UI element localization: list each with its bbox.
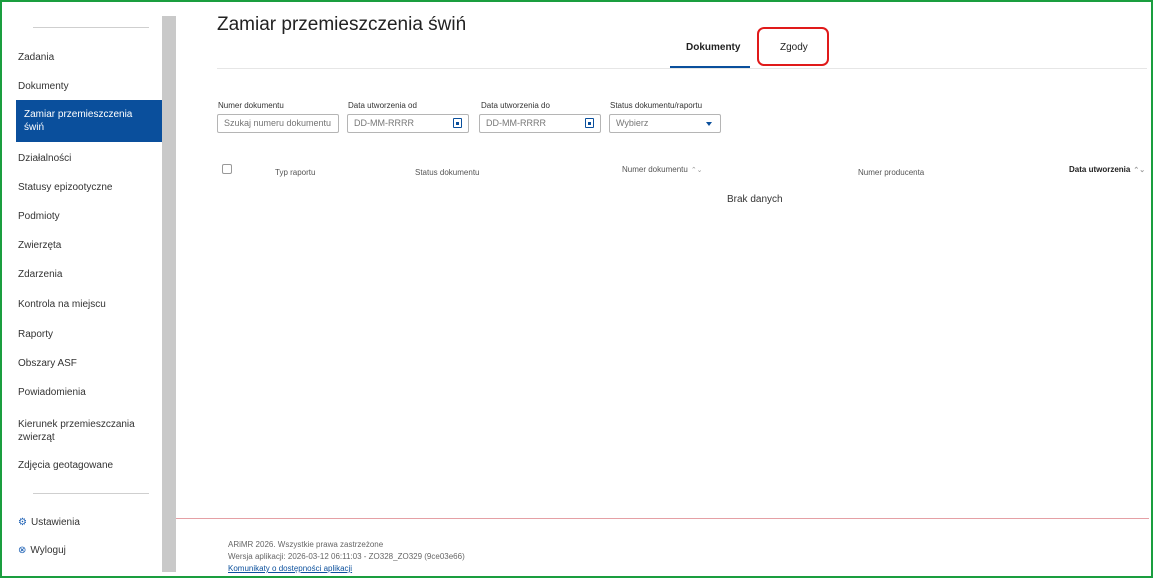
sidebar-item-ustawienia[interactable]: ⚙ Ustawienia — [18, 516, 160, 529]
date-from-label: Data utworzenia od — [348, 101, 417, 110]
sidebar-item-dokumenty[interactable]: Dokumenty — [18, 80, 160, 93]
sidebar-item-zdjecia-geotagowane[interactable]: Zdjęcia geotagowane — [18, 459, 160, 472]
sidebar-item-raporty[interactable]: Raporty — [18, 328, 160, 341]
sidebar-item-powiadomienia[interactable]: Powiadomienia — [18, 386, 160, 399]
column-status-dokumentu: Status dokumentu — [415, 168, 480, 177]
sort-icon[interactable]: ⌃⌄ — [691, 167, 703, 174]
sidebar-item-zdarzenia[interactable]: Zdarzenia — [18, 268, 160, 281]
sidebar-item-zwierzeta[interactable]: Zwierzęta — [18, 239, 160, 252]
sidebar-item-label: Ustawienia — [30, 517, 80, 528]
calendar-icon[interactable] — [585, 118, 594, 128]
gear-icon: ⚙ — [18, 517, 27, 528]
footer-divider — [176, 518, 1149, 519]
sidebar-item-zamiar-przemieszczenia[interactable]: Zamiar przemieszczenia świń — [16, 100, 162, 142]
column-numer-producenta: Numer producenta — [858, 168, 925, 177]
date-from-placeholder: DD-MM-RRRR — [354, 118, 414, 128]
sidebar-item-wyloguj[interactable]: ⊗ Wyloguj — [18, 544, 160, 557]
column-typ-raportu: Typ raportu — [275, 168, 316, 177]
sidebar-item-obszary-asf[interactable]: Obszary ASF — [18, 357, 160, 370]
tabs-divider — [217, 68, 1147, 69]
column-numer-dokumentu[interactable]: Numer dokumentu ⌃⌄ — [622, 165, 703, 174]
sidebar-item-podmioty[interactable]: Podmioty — [18, 210, 160, 223]
sidebar-item-statusy-epizootyczne[interactable]: Statusy epizootyczne — [18, 181, 160, 194]
date-from-field[interactable]: DD-MM-RRRR — [347, 114, 469, 133]
sidebar-item-dzialalnosci[interactable]: Działalności — [18, 152, 160, 165]
footer-copyright: ARiMR 2026. Wszystkie prawa zastrzeżone — [228, 540, 384, 549]
doc-number-input[interactable] — [224, 118, 332, 128]
status-label: Status dokumentu/raportu — [610, 101, 703, 110]
column-label: Data utworzenia — [1069, 165, 1131, 174]
date-to-label: Data utworzenia do — [481, 101, 550, 110]
footer-version: Wersja aplikacji: 2026-03-12 06:11:03 - … — [228, 552, 465, 561]
doc-number-label: Numer dokumentu — [218, 101, 284, 110]
doc-number-field[interactable] — [217, 114, 339, 133]
sidebar-item-label: Wyloguj — [30, 545, 66, 556]
page-title: Zamiar przemieszczenia świń — [217, 14, 467, 35]
empty-state: Brak danych — [727, 194, 783, 205]
logout-icon: ⊗ — [18, 545, 27, 556]
sidebar-divider-top — [33, 27, 149, 28]
sidebar-item-zadania[interactable]: Zadania — [18, 51, 160, 64]
column-label: Numer dokumentu — [622, 165, 688, 174]
sidebar-divider-bottom — [33, 493, 149, 494]
select-all-checkbox[interactable] — [222, 164, 232, 174]
status-placeholder: Wybierz — [616, 118, 649, 128]
column-data-utworzenia[interactable]: Data utworzenia ⌃⌄ — [1069, 165, 1145, 174]
status-select[interactable]: Wybierz — [609, 114, 721, 133]
date-to-field[interactable]: DD-MM-RRRR — [479, 114, 601, 133]
footer-accessibility-link[interactable]: Komunikaty o dostępności aplikacji — [228, 564, 352, 573]
sidebar-item-kierunek-przemieszczania[interactable]: Kierunek przemieszczania zwierząt — [18, 418, 156, 444]
date-to-placeholder: DD-MM-RRRR — [486, 118, 546, 128]
tab-dokumenty[interactable]: Dokumenty — [686, 42, 740, 53]
sidebar-item-kontrola-na-miejscu[interactable]: Kontrola na miejscu — [18, 298, 160, 311]
highlight-annotation — [757, 27, 829, 66]
chevron-down-icon — [706, 122, 712, 126]
sidebar-scrollbar[interactable] — [162, 16, 176, 572]
calendar-icon[interactable] — [453, 118, 462, 128]
sort-icon[interactable]: ⌃⌄ — [1133, 167, 1145, 174]
